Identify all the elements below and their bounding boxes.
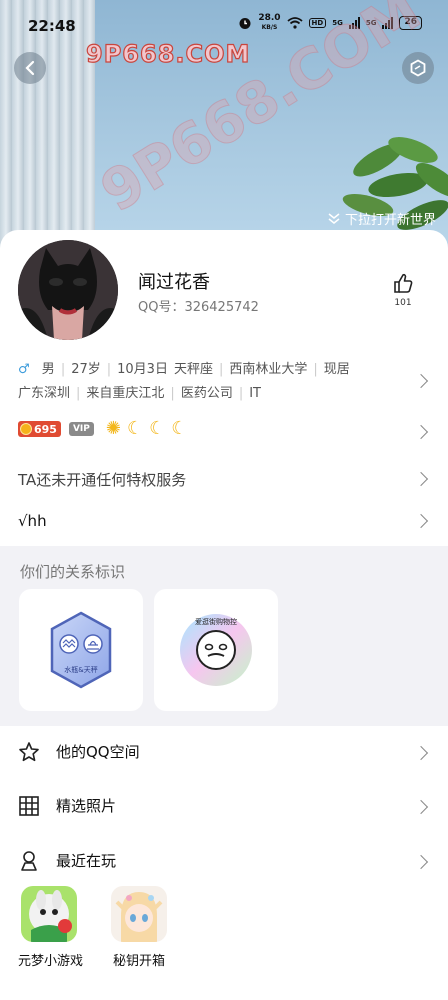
relationship-section: 你们的关系标识 水瓶&天秤 爱逛街购物控 <box>0 546 448 726</box>
relationship-card-zodiac[interactable]: 水瓶&天秤 <box>19 589 143 711</box>
qzone-label: 他的QQ空间 <box>56 743 140 761</box>
shopping-label: 爱逛街购物控 <box>195 618 237 626</box>
app-item[interactable]: 秘钥开箱 <box>108 886 170 969</box>
qzone-row[interactable]: 他的QQ空间 <box>0 728 448 778</box>
alarm-icon <box>239 18 251 29</box>
game-location-icon <box>21 851 37 871</box>
chevron-left-icon <box>25 60 35 76</box>
status-icons: 28.0 KB/S HD 5G 5G 26 <box>238 14 422 32</box>
vip-badge: VIP <box>68 422 94 436</box>
coin-icon <box>20 423 32 435</box>
watermark-text: 9P668.COM <box>85 39 251 68</box>
sun-icon: ✺ <box>105 418 121 439</box>
signature-row[interactable]: √hh <box>18 512 47 530</box>
hd-badge: HD <box>308 18 327 28</box>
recent-play-label: 最近在玩 <box>56 852 117 870</box>
double-chevron-down-icon <box>328 212 340 224</box>
profile-info[interactable]: ♂ 男 | 27岁 | 10月3日 天秤座 | 西南林业大学 | 现居 广东深圳 | 来自重庆江北 | 医… <box>18 358 418 406</box>
moon-icon: ☾ <box>171 418 188 439</box>
like-button[interactable]: 101 <box>388 272 418 308</box>
moon-icon: ☾ <box>149 418 166 439</box>
recent-play-row[interactable]: 最近在玩 <box>0 837 448 887</box>
grid-icon <box>19 796 39 816</box>
battery-icon: 26 <box>399 16 422 30</box>
thumbs-up-icon <box>394 273 413 293</box>
male-icon: ♂ <box>18 362 30 377</box>
plant-decoration <box>342 137 448 230</box>
like-count: 101 <box>394 298 412 308</box>
photos-label: 精选照片 <box>56 797 117 815</box>
profile-card: 闻过花香 QQ号：326425742 101 ♂ 男 | 27岁 | 10月3日 天秤座 |… <box>0 230 448 1000</box>
hexagon-button[interactable] <box>402 52 434 84</box>
privilege-row[interactable]: TA还未开通任何特权服务 <box>18 469 186 490</box>
avatar-image <box>18 240 118 340</box>
net-speed: 28.0 KB/S <box>258 13 281 32</box>
star-icon <box>19 742 39 762</box>
status-bar: 22:48 28.0 KB/S HD 5G 5G 26 <box>0 0 448 40</box>
pull-hint[interactable]: 下拉打开新世界 <box>327 209 436 228</box>
wifi-icon <box>286 17 303 29</box>
chevron-right-icon <box>413 513 429 529</box>
signal-icon <box>348 17 360 29</box>
zodiac-label: 水瓶&天秤 <box>64 666 98 674</box>
qq-number: QQ号：326425742 <box>138 300 259 315</box>
app-icon-yuanmeng <box>21 886 77 942</box>
relationship-title: 你们的关系标识 <box>20 563 126 581</box>
back-button[interactable] <box>14 52 46 84</box>
score-badge: 695 <box>18 421 61 437</box>
nickname: 闻过花香 <box>138 272 210 293</box>
app-item[interactable]: 元梦小游戏 <box>18 886 84 969</box>
zodiac-badge-icon <box>50 611 112 689</box>
chevron-right-icon <box>413 854 429 870</box>
hexagon-icon <box>410 59 426 77</box>
recent-apps: 元梦小游戏 秘钥开箱 <box>18 886 170 969</box>
moon-icon: ☾ <box>126 418 144 439</box>
status-time: 22:48 <box>28 17 76 35</box>
relationship-card-shopping[interactable]: 爱逛街购物控 <box>154 589 278 711</box>
chevron-right-icon <box>413 471 429 487</box>
badges-row[interactable]: 695 VIP ✺ ☾ ☾ ☾ <box>18 420 187 438</box>
app-label: 元梦小游戏 <box>18 954 84 969</box>
signal-icon <box>382 17 394 29</box>
chevron-right-icon <box>413 745 429 761</box>
avatar[interactable] <box>18 240 118 340</box>
chevron-right-icon <box>413 799 429 815</box>
photos-row[interactable]: 精选照片 <box>0 782 448 832</box>
app-label: 秘钥开箱 <box>112 954 165 969</box>
chevron-right-icon <box>413 424 429 440</box>
app-icon-mysterybox <box>111 886 167 942</box>
